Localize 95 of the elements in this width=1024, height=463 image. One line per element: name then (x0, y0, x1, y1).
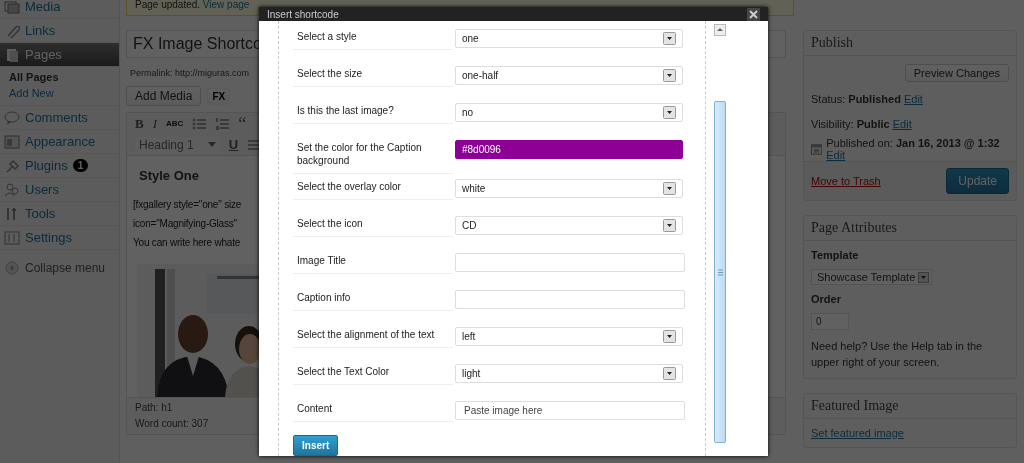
blockquote-button[interactable]: “ (238, 117, 247, 130)
field-label: Is this the last image? (293, 103, 453, 124)
edit-link[interactable]: Edit (826, 148, 846, 161)
caret-icon (663, 69, 676, 82)
italic-button[interactable]: I (152, 115, 157, 132)
date-text: Published on: Jan 16, 2013 @ 1:32 Edit (826, 136, 1001, 161)
field-label: Select the alignment of the text (293, 327, 453, 348)
underline-button[interactable]: U (228, 137, 239, 152)
submenu-item[interactable]: Add New (9, 85, 119, 101)
menu-item[interactable]: Appearance (0, 130, 119, 154)
calendar-icon (811, 142, 823, 155)
scroll-up-icon (714, 24, 726, 36)
path-text: Path: h1 (135, 401, 173, 415)
caret-icon (663, 32, 676, 45)
menu-item[interactable]: Plugins 1 (0, 154, 119, 178)
justify-icon (247, 137, 262, 152)
help-text: Need help? Use the Help tab in the upper right of your screen. (811, 339, 984, 370)
edit-link[interactable]: Edit (892, 117, 912, 130)
permalink-text: Permalink: http://miguras.com (130, 68, 250, 78)
field-label: Select the Text Color (293, 364, 453, 385)
field-label: Select the icon (293, 216, 453, 237)
submenu-item[interactable]: All Pages (9, 69, 119, 85)
menu-item[interactable]: Settings (0, 226, 119, 250)
media-icon (4, 0, 20, 15)
select-field[interactable]: one-half (455, 66, 683, 85)
field-label: Template (811, 249, 860, 261)
menu-item[interactable]: Media (0, 0, 119, 19)
status-text: Status: Published Edit (811, 92, 923, 105)
caret-icon (663, 330, 676, 343)
window-icon (4, 133, 20, 150)
caret-icon (663, 182, 676, 195)
plug-icon (4, 157, 20, 174)
bold-button[interactable]: B (135, 115, 144, 132)
dialog-title: Insert shortcode (267, 8, 339, 20)
field-label: Select the overlay color (293, 179, 453, 200)
field-label: Caption info (293, 290, 453, 311)
input-field[interactable] (455, 290, 685, 309)
add-media-button[interactable]: Add Media (126, 86, 202, 106)
color-field[interactable]: #8d0096 (455, 140, 683, 159)
scrollbar-thumb[interactable] (714, 101, 726, 443)
count-badge: 1 (72, 159, 89, 172)
order-field[interactable]: 0 (811, 313, 849, 330)
field-label: Select a style (293, 29, 453, 50)
grip-icon (717, 268, 723, 276)
set-featured-image-link[interactable]: Set featured image (811, 427, 904, 439)
paragraph-text: You can write here whate (133, 236, 241, 250)
select-field[interactable]: left (455, 327, 683, 346)
word-count: Word count: 307 (135, 417, 209, 431)
collapse-icon (4, 259, 20, 276)
caret-icon (663, 367, 676, 380)
field-label: Order (811, 293, 842, 305)
field-label: Select the size (293, 66, 453, 87)
template-select[interactable]: Showcase Template (811, 269, 933, 285)
select-field[interactable]: one (455, 29, 683, 48)
paragraph-text: [fxgallery style="one" size (133, 198, 242, 212)
paragraph-text: icon="Magnifying-Glass" (133, 217, 237, 231)
menu-item[interactable]: Tools (0, 202, 119, 226)
menu-item[interactable]: Users (0, 178, 119, 202)
speech-bubble-icon (4, 109, 20, 126)
select-field[interactable]: no (455, 103, 683, 122)
page-icon (4, 46, 20, 63)
notice-text: Page updated. (135, 0, 202, 10)
panel-title: Page Attributes (804, 216, 1016, 241)
caret-icon (918, 271, 930, 283)
caret-icon (663, 106, 676, 119)
view-page-link[interactable]: View page (202, 0, 250, 10)
insert-button[interactable]: Insert (293, 435, 339, 456)
caret-icon (207, 142, 216, 147)
field-label: Set the color for the Caption background (293, 140, 453, 174)
input-field[interactable] (455, 253, 685, 272)
field-label: Image Title (293, 253, 453, 274)
users-icon (4, 181, 20, 198)
heading-text: Style One (139, 168, 199, 183)
close-button[interactable] (747, 7, 760, 21)
panel-title: Featured Image (804, 394, 1016, 419)
select-field[interactable]: light (455, 364, 683, 383)
menu-item[interactable]: Collapse menu (0, 256, 119, 279)
strikethrough-button[interactable]: ABC (166, 119, 184, 128)
edit-link[interactable]: Edit (903, 92, 923, 105)
move-to-trash-link[interactable]: Move to Trash (811, 175, 881, 187)
select-field[interactable]: CD (455, 216, 683, 235)
input-field[interactable]: Paste image here (455, 401, 685, 420)
numbered-list-icon (215, 116, 230, 131)
field-label: Content (293, 401, 453, 422)
panel-title: Publish (804, 31, 1016, 56)
fx-button[interactable]: FX (207, 87, 231, 105)
bulleted-list-icon (192, 116, 207, 131)
visibility-text: Visibility: Public Edit (811, 117, 912, 130)
preview-changes-button[interactable]: Preview Changes (904, 64, 1009, 82)
select-field[interactable]: white (455, 179, 683, 198)
sliders-icon (4, 229, 20, 246)
update-button[interactable]: Update (946, 168, 1009, 194)
caret-icon (663, 219, 676, 232)
close-icon (749, 9, 758, 19)
menu-item[interactable]: Comments (0, 106, 119, 130)
